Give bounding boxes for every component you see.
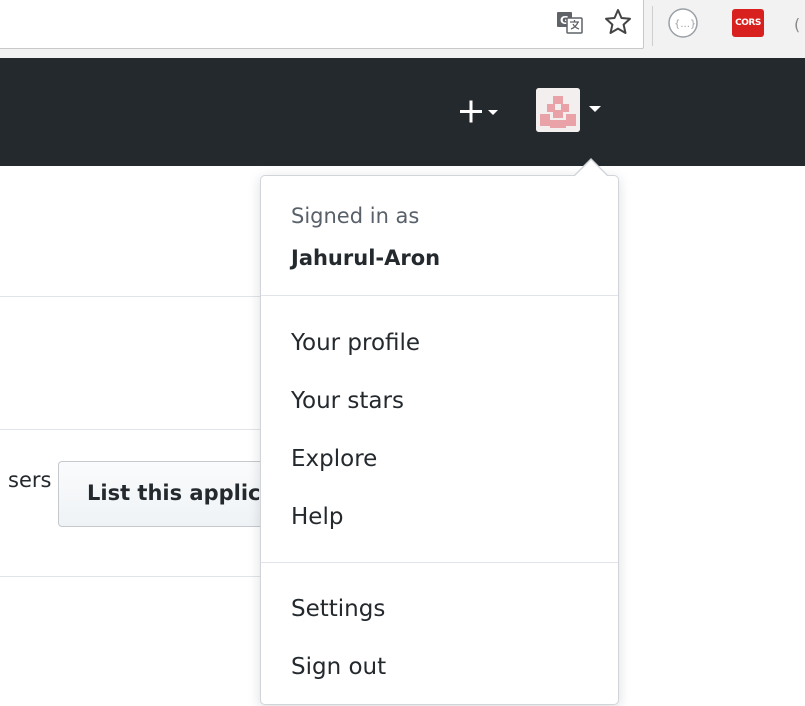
plus-icon: [460, 100, 498, 123]
menu-header: Signed in as Jahurul-Aron: [261, 176, 618, 296]
bookmark-star-icon[interactable]: [603, 7, 633, 37]
signed-in-label: Signed in as: [291, 204, 420, 228]
user-menu-toggle[interactable]: [536, 86, 608, 138]
username: Jahurul-Aron: [291, 246, 441, 270]
menu-item-settings[interactable]: Settings: [261, 584, 618, 634]
section-divider: [0, 296, 262, 297]
menu-divider: [261, 295, 618, 296]
svg-text:{...}: {...}: [674, 19, 696, 30]
address-bar[interactable]: [0, 0, 644, 49]
menu-item-sign-out[interactable]: Sign out: [261, 642, 618, 692]
svg-text:(: (: [794, 15, 800, 34]
partial-text: sers: [8, 468, 52, 492]
menu-item-help[interactable]: Help: [261, 492, 618, 542]
menu-item-explore[interactable]: Explore: [261, 434, 618, 484]
identicon-avatar: [536, 88, 580, 132]
site-header: [0, 58, 805, 166]
create-new-dropdown[interactable]: [457, 92, 509, 132]
browser-toolbar: G {...} CORS (: [0, 0, 805, 58]
google-translate-icon[interactable]: G: [556, 11, 584, 35]
menu-divider: [261, 562, 618, 563]
json-viewer-extension-icon[interactable]: {...}: [666, 6, 700, 40]
menu-item-your-profile[interactable]: Your profile: [261, 318, 618, 368]
extension-icon[interactable]: (: [794, 10, 805, 38]
section-divider: [0, 576, 262, 577]
avatar: [536, 88, 580, 132]
page: G {...} CORS (sers List this applic Sig…: [0, 0, 805, 706]
user-dropdown-menu: Signed in as Jahurul-Aron Your profile Y…: [260, 158, 619, 705]
cors-extension-icon[interactable]: CORS: [732, 9, 764, 37]
toolbar-divider: [652, 6, 653, 46]
section-divider: [0, 429, 262, 430]
menu-item-your-stars[interactable]: Your stars: [261, 376, 618, 426]
caret-down-icon: [589, 106, 601, 112]
menu-caret-fill: [574, 160, 608, 177]
